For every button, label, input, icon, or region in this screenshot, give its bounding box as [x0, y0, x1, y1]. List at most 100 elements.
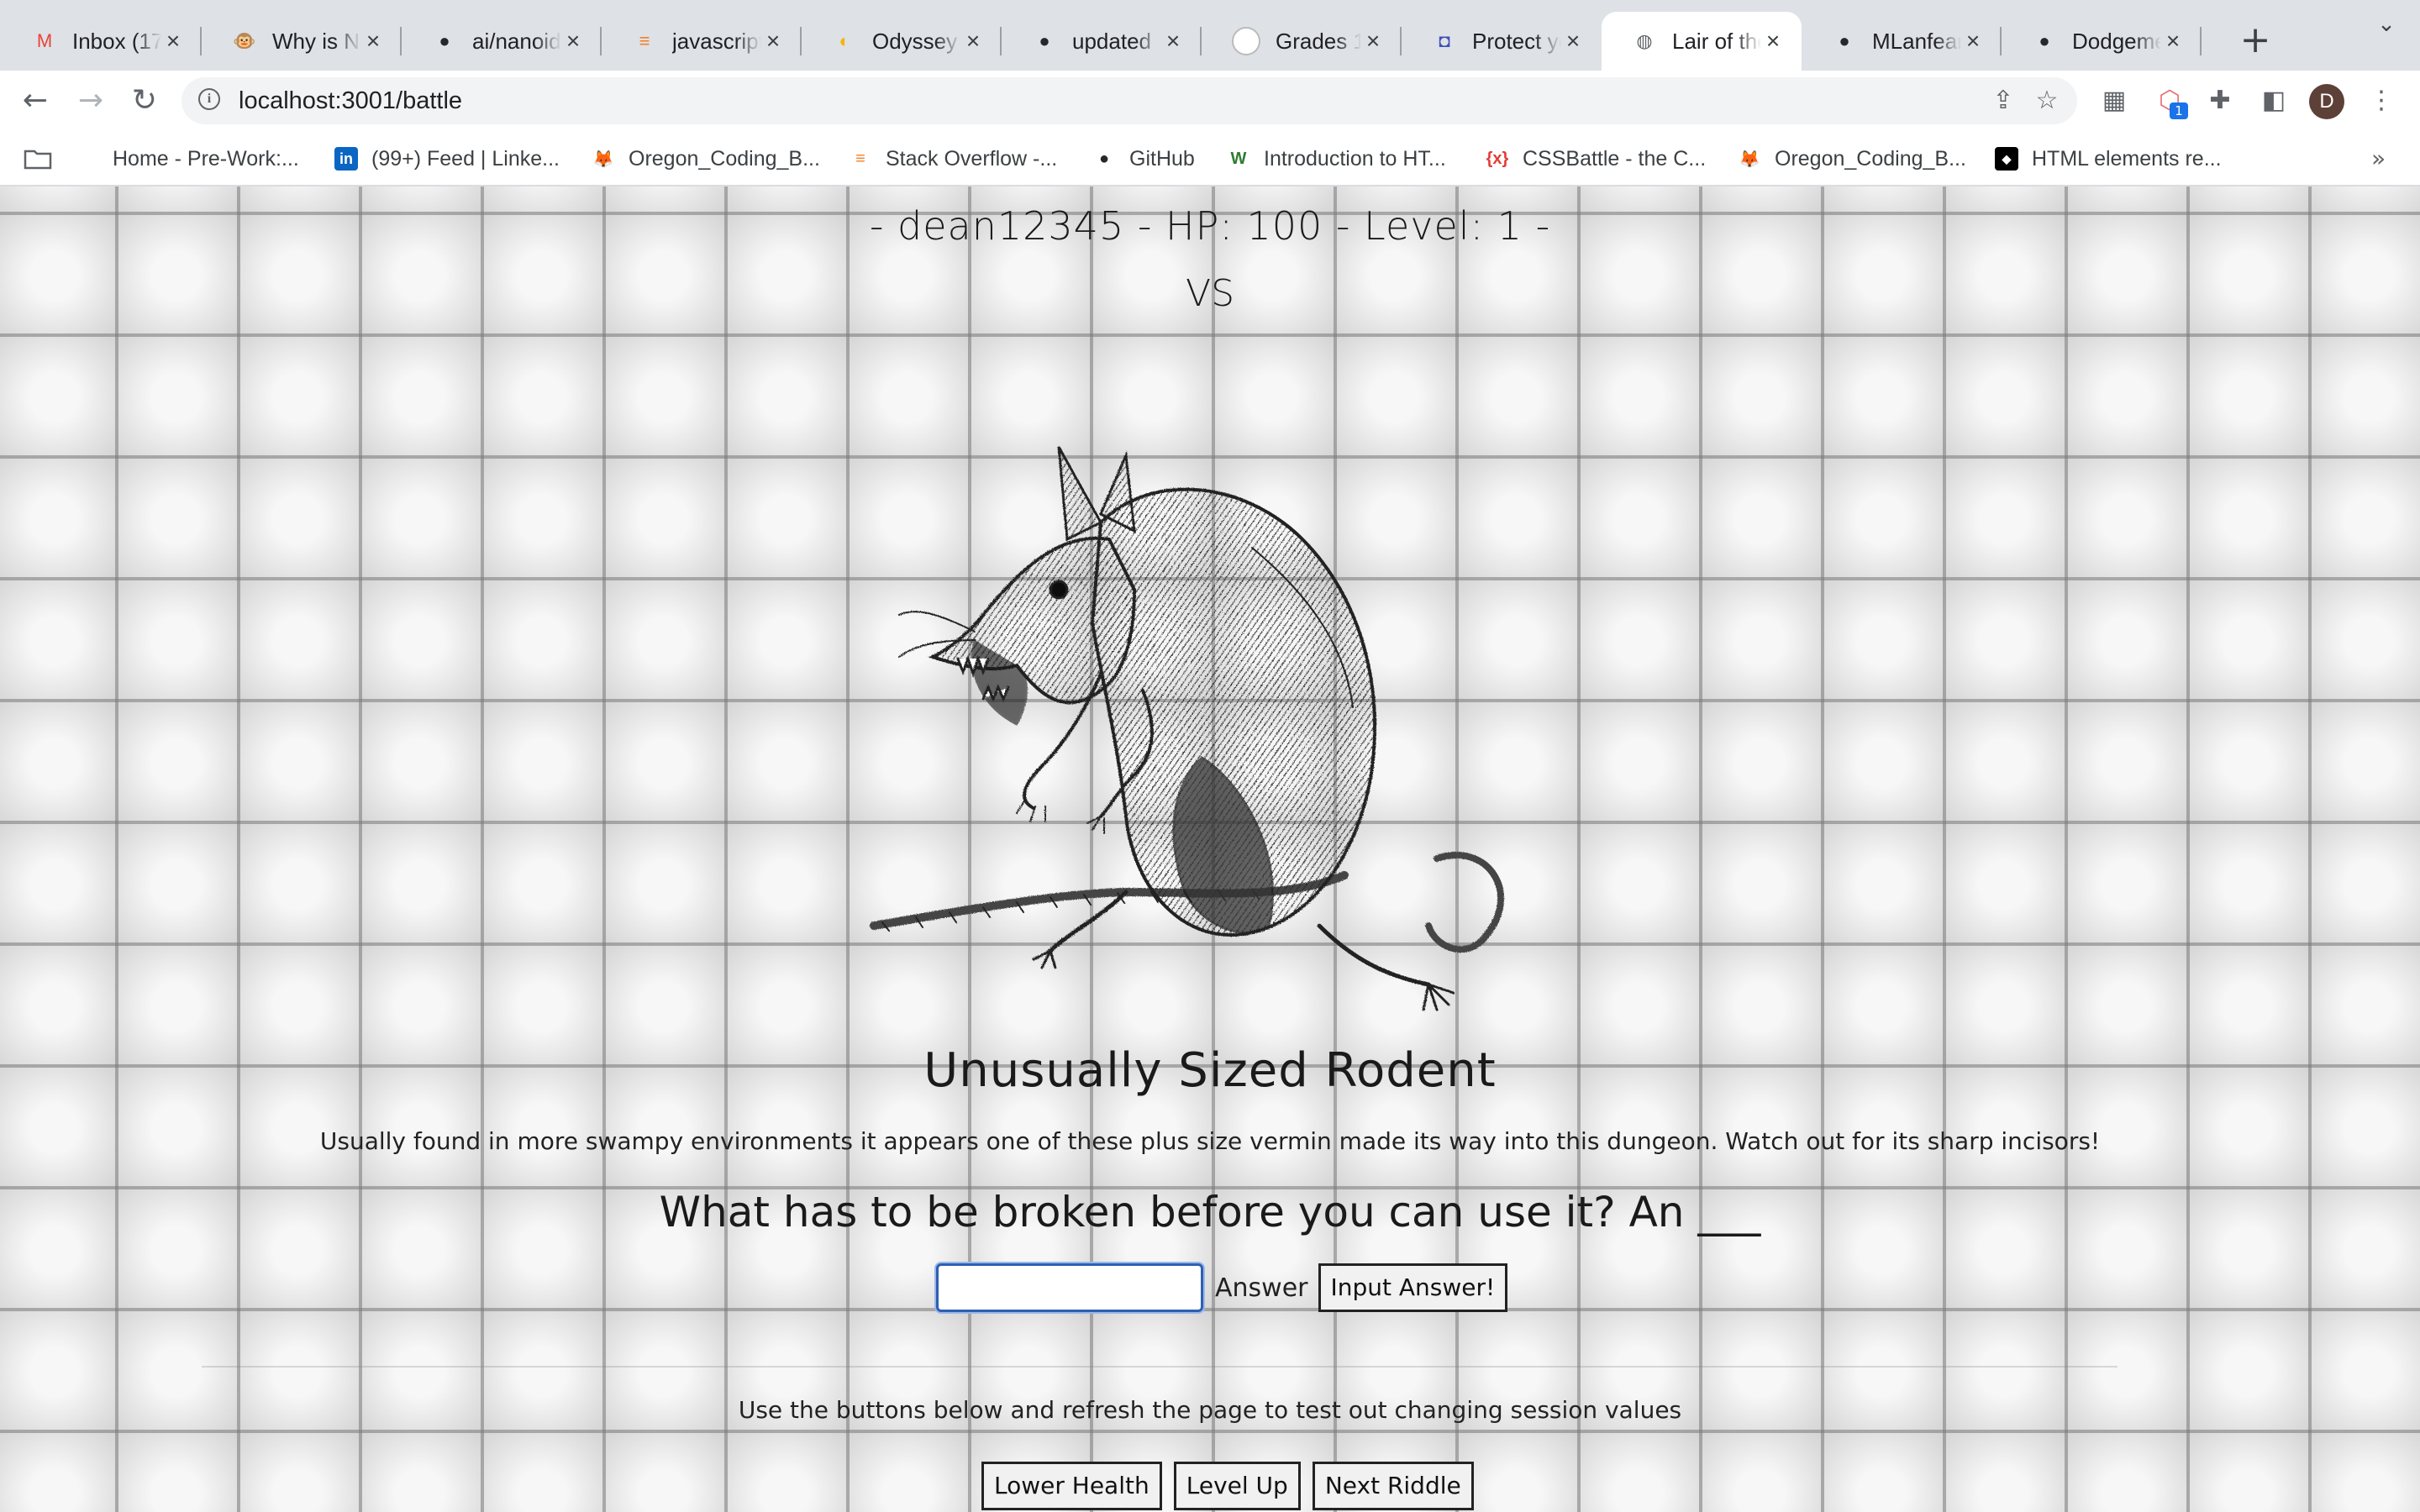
browser-toolbar: ← → ↻ i localhost:3001/battle ⇪ ☆ ▦ ⬡ 1 … [0, 71, 2420, 131]
bookmark-label: Home - Pre-Work:... [113, 146, 299, 171]
bookmark-item[interactable]: W Introduction to HT... [1227, 143, 1446, 175]
bookmark-item[interactable]: {x} CSSBattle - the C... [1486, 143, 1707, 175]
grades-icon: ○ [1232, 27, 1260, 55]
tab-title: Odyssey [872, 28, 958, 54]
player-status: - dean12345 - HP: 100 - Level: 1 - [869, 203, 1551, 249]
address-url[interactable]: localhost:3001/battle [239, 87, 462, 115]
bookmarks-bar: Home - Pre-Work:... in (99+) Feed | Linke.… [0, 131, 2420, 186]
calendar-extension-icon[interactable]: ▦ [2096, 82, 2133, 119]
bookmark-star-icon[interactable]: ☆ [2030, 84, 2064, 118]
address-bar[interactable]: i localhost:3001/battle ⇪ ☆ [182, 77, 2077, 124]
bookmark-favicon-icon: W [1230, 149, 1247, 168]
bookmark-favicon-icon: ● [1098, 149, 1110, 168]
side-panel-icon[interactable]: ◧ [2255, 82, 2292, 119]
browser-tab[interactable]: 🐵 Why is Na× [202, 12, 402, 71]
section-divider [202, 1366, 2118, 1368]
close-tab-icon[interactable]: × [961, 28, 985, 55]
bookmark-label: Introduction to HT... [1264, 146, 1446, 171]
protect-icon: ◘ [1439, 30, 1450, 51]
browser-tab[interactable]: M Inbox (17, × [2, 12, 202, 71]
tab-search-chevron-icon[interactable]: ⌄ [2370, 12, 2403, 45]
bookmarks-overflow-icon[interactable]: » [2371, 144, 2386, 172]
profile-avatar[interactable]: D [2309, 84, 2344, 119]
browser-menu-icon[interactable]: ⋮ [2363, 82, 2400, 119]
github-icon: ● [439, 30, 450, 51]
monster-description: Usually found in more swampy environment… [319, 1127, 2101, 1155]
tab-title: Lair of the [1672, 28, 1761, 54]
browser-tab[interactable]: ● ai/nanoid: × [402, 12, 602, 71]
level-up-button[interactable]: Level Up [1173, 1462, 1301, 1510]
bookmark-item[interactable]: ● GitHub [1092, 143, 1195, 175]
riddle-question: What has to be broken before you can use… [659, 1188, 1761, 1236]
browser-tab[interactable]: ◐ Odyssey × [802, 12, 1002, 71]
bookmark-item[interactable]: ≡ Stack Overflow -... [849, 143, 1057, 175]
bookmark-favicon-icon: 🦊 [1739, 150, 1760, 169]
close-tab-icon[interactable]: × [1961, 28, 1985, 55]
bookmark-item[interactable]: Home - Pre-Work:... [113, 143, 299, 175]
browser-tab[interactable]: ◍ Lair of the × [1602, 12, 1802, 71]
bookmark-favicon-icon: {x} [1486, 149, 1509, 168]
tab-title: Grades 11 [1276, 28, 1361, 54]
close-tab-icon[interactable]: × [561, 28, 585, 55]
odyssey-icon: ◐ [839, 30, 850, 51]
tab-title: updated [1072, 28, 1151, 54]
reload-icon[interactable]: ↻ [126, 82, 163, 119]
globe-icon: ◍ [1636, 30, 1653, 51]
share-icon[interactable]: ⇪ [1986, 84, 2020, 118]
extension-badge: 1 [2170, 102, 2188, 119]
bookmark-folder-icon[interactable] [24, 143, 52, 175]
rodent-monster-illustration [870, 446, 1505, 1011]
close-tab-icon[interactable]: × [2161, 28, 2185, 55]
monster-name: Unusually Sized Rodent [923, 1043, 1497, 1098]
stackoverflow-icon: ≡ [639, 30, 650, 51]
site-info-icon[interactable]: i [198, 88, 220, 110]
session-test-buttons: Lower Health Level Up Next Riddle [981, 1462, 1474, 1510]
github-icon: ● [1839, 30, 1850, 51]
tab-title: MLanfear [1872, 28, 1961, 54]
bookmark-favicon-icon: ≡ [855, 149, 865, 168]
browser-tab[interactable]: ● Dodgeme × [2002, 12, 2202, 71]
bookmark-favicon-icon: ◆ [1995, 147, 2018, 171]
puzzle-extensions-icon[interactable]: ✚ [2202, 82, 2238, 119]
browser-tab[interactable]: ≡ javascript × [602, 12, 802, 71]
answer-form: Answer Input Answer! [936, 1262, 1508, 1314]
close-tab-icon[interactable]: × [1161, 28, 1185, 55]
input-answer-button[interactable]: Input Answer! [1318, 1263, 1508, 1312]
tab-title: Inbox (17, [72, 28, 161, 54]
tab-title: Protect yo [1472, 28, 1561, 54]
new-tab-button[interactable]: + [2235, 20, 2275, 60]
tab-title: javascript [672, 28, 761, 54]
bookmark-item[interactable]: in (99+) Feed | Linke... [334, 143, 560, 175]
bookmark-item[interactable]: ◆ HTML elements re... [1995, 143, 2222, 175]
bookmark-label: Oregon_Coding_B... [629, 146, 820, 171]
close-tab-icon[interactable]: × [1561, 28, 1585, 55]
tab-title: Why is Na [272, 28, 361, 54]
browser-tab[interactable]: ○ Grades 11× [1202, 12, 1402, 71]
github-icon: ● [2039, 30, 2050, 51]
close-tab-icon[interactable]: × [1361, 28, 1385, 55]
tab-separator [2200, 27, 2202, 55]
close-tab-icon[interactable]: × [761, 28, 785, 55]
browser-tab[interactable]: ● MLanfear × [1802, 12, 2002, 71]
close-tab-icon[interactable]: × [1761, 28, 1785, 55]
close-tab-icon[interactable]: × [361, 28, 385, 55]
close-tab-icon[interactable]: × [161, 28, 185, 55]
answer-input[interactable] [936, 1263, 1203, 1312]
bookmark-item[interactable]: 🦊 Oregon_Coding_B... [592, 143, 820, 175]
versus-label: VS [1185, 272, 1235, 315]
bookmark-label: Stack Overflow -... [886, 146, 1058, 171]
bookmark-label: (99+) Feed | Linke... [371, 146, 560, 171]
bookmark-item[interactable]: 🦊 Oregon_Coding_B... [1738, 143, 1966, 175]
back-arrow-icon[interactable]: ← [17, 82, 54, 119]
tab-strip: MInbox (17,×🐵Why is Na×●ai/nanoid:×≡java… [0, 0, 2420, 71]
forward-arrow-icon[interactable]: → [72, 82, 109, 119]
browser-tab[interactable]: ◘ Protect yo × [1402, 12, 1602, 71]
bookmark-label: GitHub [1129, 146, 1195, 171]
lower-health-button[interactable]: Lower Health [981, 1462, 1162, 1510]
tab-title: ai/nanoid: [472, 28, 561, 54]
bookmark-label: Oregon_Coding_B... [1775, 146, 1966, 171]
browser-tab[interactable]: ● updated × [1002, 12, 1202, 71]
bookmark-label: CSSBattle - the C... [1523, 146, 1707, 171]
next-riddle-button[interactable]: Next Riddle [1312, 1462, 1474, 1510]
session-test-note: Use the buttons below and refresh the pa… [738, 1396, 1682, 1424]
